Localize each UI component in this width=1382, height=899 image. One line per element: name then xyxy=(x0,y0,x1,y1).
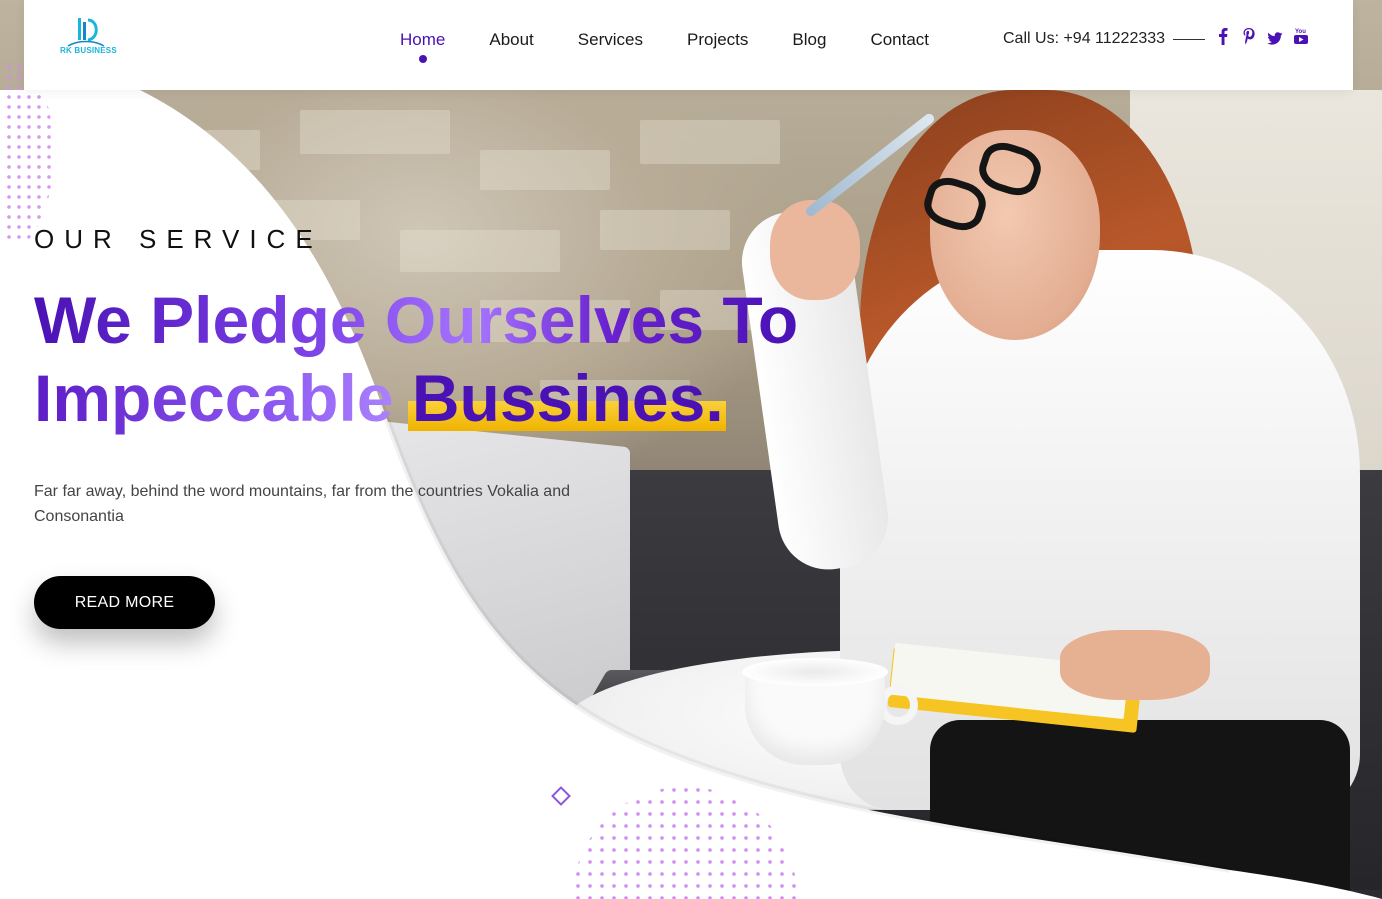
nav-contact[interactable]: Contact xyxy=(870,30,929,50)
youtube-icon[interactable]: You xyxy=(1292,27,1310,47)
social-links: You xyxy=(1214,27,1310,47)
nav-projects[interactable]: Projects xyxy=(687,30,748,50)
hero-headline-line1: We Pledge Ourselves To xyxy=(34,283,799,357)
twitter-icon[interactable] xyxy=(1266,27,1284,47)
dot-pattern-bottom xyxy=(572,748,798,899)
hero-headline-line2-start: Impeccable xyxy=(34,361,412,435)
call-us-text: Call Us: +94 11222333 xyxy=(1003,30,1166,47)
pinterest-icon[interactable] xyxy=(1240,27,1258,47)
nav-about[interactable]: About xyxy=(489,30,533,50)
laptop xyxy=(300,412,630,738)
svg-text:You: You xyxy=(1295,29,1306,35)
site-header: RK BUSINESS Home About Services Projects… xyxy=(24,0,1353,90)
hero-headline-line2: Impeccable Bussines. xyxy=(34,360,724,436)
logo-text: RK BUSINESS xyxy=(60,46,117,55)
divider xyxy=(1173,39,1205,40)
facebook-icon[interactable] xyxy=(1214,27,1232,47)
nav-home[interactable]: Home xyxy=(400,30,445,63)
nav-blog[interactable]: Blog xyxy=(792,30,826,50)
hero-headline-highlight: Bussines. xyxy=(411,361,724,435)
main-nav: Home About Services Projects Blog Contac… xyxy=(400,30,973,63)
nav-services[interactable]: Services xyxy=(578,30,643,50)
read-more-button[interactable]: READ MORE xyxy=(34,576,215,629)
hero-description: Far far away, behind the word mountains,… xyxy=(34,483,570,525)
hero-eyebrow: OUR SERVICE xyxy=(34,224,323,254)
